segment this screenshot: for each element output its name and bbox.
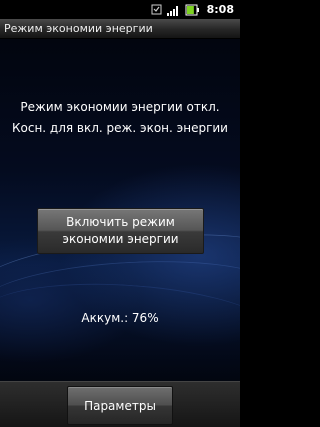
bottom-bar: Параметры	[0, 381, 240, 427]
status-bar: 8:08	[0, 0, 240, 19]
title-bar: Режим экономии энергии	[0, 19, 240, 39]
button-label-line2: экономии энергии	[62, 232, 179, 246]
battery-icon	[185, 4, 200, 16]
settings-button[interactable]: Параметры	[67, 386, 173, 425]
power-saver-info[interactable]: Режим экономии энергии откл. Косн. для в…	[0, 97, 240, 139]
enable-power-saver-button[interactable]: Включить режим экономии энергии	[37, 208, 204, 254]
status-time: 8:08	[206, 3, 234, 16]
power-saver-screen: 8:08 Режим экономии энергии Режим эконом…	[0, 0, 240, 427]
page-title: Режим экономии энергии	[4, 22, 153, 35]
battery-level: Аккум.: 76%	[81, 311, 159, 325]
signal-icon	[166, 4, 180, 16]
status-message: Режим экономии энергии откл.	[20, 100, 220, 114]
usb-debug-icon	[151, 4, 162, 15]
hint-message: Косн. для вкл. реж. экон. энергии	[12, 121, 228, 135]
button-label-line1: Включить режим	[66, 215, 175, 229]
